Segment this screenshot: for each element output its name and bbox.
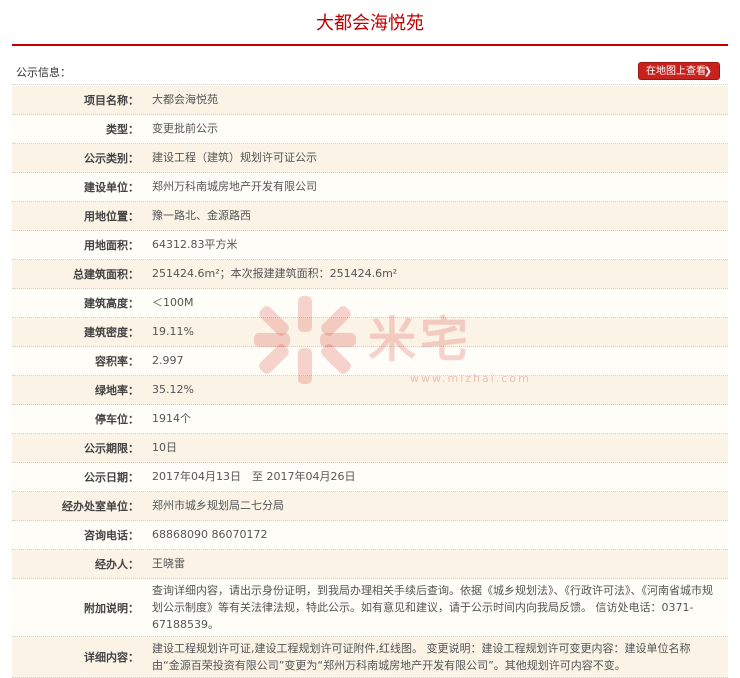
field-value: 2.997 bbox=[152, 354, 184, 367]
table-row: 项目名称： 大都会海悦苑 bbox=[12, 86, 728, 115]
table-row: 建筑高度： ＜100M bbox=[12, 289, 728, 318]
field-value: 郑州万科南城房地产开发有限公司 bbox=[152, 180, 317, 193]
field-value: 35.12% bbox=[152, 383, 194, 396]
field-label: 公示类别： bbox=[84, 152, 139, 165]
field-label: 用地位置： bbox=[84, 210, 139, 223]
field-value: 建设工程规划许可证,建设工程规划许可证附件,红线图。 变更说明：建设工程规划许可… bbox=[152, 642, 691, 672]
page-title: 大都会海悦苑 bbox=[316, 13, 424, 34]
view-on-map-button[interactable]: 在地图上查看 ❯ bbox=[638, 62, 720, 80]
field-value: 豫一路北、金源路西 bbox=[152, 209, 251, 222]
field-label: 用地面积： bbox=[84, 239, 139, 252]
page: 大都会海悦苑 公示信息： 在地图上查看 ❯ 项目名称： 大都会海悦苑 类型： 变… bbox=[0, 0, 740, 678]
field-label: 容积率： bbox=[95, 355, 139, 368]
table-row: 附加说明： 查询详细内容，请出示身份证明，到我局办理相关手续后查询。依据《城乡规… bbox=[12, 579, 728, 637]
table-row: 建设单位： 郑州万科南城房地产开发有限公司 bbox=[12, 173, 728, 202]
table-row: 公示日期： 2017年04月13日 至 2017年04月26日 bbox=[12, 463, 728, 492]
field-label: 附加说明： bbox=[84, 601, 139, 615]
table-row: 容积率： 2.997 bbox=[12, 347, 728, 376]
table-row: 用地面积： 64312.83平方米 bbox=[12, 231, 728, 260]
field-value: 64312.83平方米 bbox=[152, 238, 238, 251]
field-value: 10日 bbox=[152, 441, 177, 454]
field-label: 停车位： bbox=[95, 413, 139, 426]
field-label: 项目名称： bbox=[84, 94, 139, 107]
field-label: 总建筑面积： bbox=[73, 268, 139, 281]
table-row: 用地位置： 豫一路北、金源路西 bbox=[12, 202, 728, 231]
field-label: 经办人： bbox=[95, 558, 139, 571]
field-label: 建设单位： bbox=[84, 181, 139, 194]
info-table: 项目名称： 大都会海悦苑 类型： 变更批前公示 公示类别： 建设工程（建筑）规划… bbox=[12, 86, 728, 678]
table-row: 建筑密度： 19.11% bbox=[12, 318, 728, 347]
field-value: 郑州市城乡规划局二七分局 bbox=[152, 499, 284, 512]
field-value: 1914个 bbox=[152, 412, 191, 425]
table-row: 类型： 变更批前公示 bbox=[12, 115, 728, 144]
field-value: 查询详细内容，请出示身份证明，到我局办理相关手续后查询。依据《城乡规划法》、《行… bbox=[152, 584, 713, 631]
table-row: 公示类别： 建设工程（建筑）规划许可证公示 bbox=[12, 144, 728, 173]
field-value: 建设工程（建筑）规划许可证公示 bbox=[152, 151, 317, 164]
field-value: 19.11% bbox=[152, 325, 194, 338]
field-value: 2017年04月13日 至 2017年04月26日 bbox=[152, 470, 356, 483]
field-label: 公示日期： bbox=[84, 471, 139, 484]
table-row: 经办处室单位： 郑州市城乡规划局二七分局 bbox=[12, 492, 728, 521]
field-value: 变更批前公示 bbox=[152, 122, 218, 135]
title-bar: 大都会海悦苑 bbox=[12, 0, 728, 46]
field-value: 251424.6m²；本次报建建筑面积：251424.6m² bbox=[152, 267, 398, 280]
info-header: 公示信息： 在地图上查看 ❯ bbox=[12, 58, 728, 85]
field-value: 大都会海悦苑 bbox=[152, 93, 218, 106]
field-label: 经办处室单位： bbox=[62, 500, 139, 513]
field-label: 建筑密度： bbox=[84, 326, 139, 339]
table-row: 停车位： 1914个 bbox=[12, 405, 728, 434]
info-header-label: 公示信息： bbox=[16, 66, 71, 79]
table-row: 公示期限： 10日 bbox=[12, 434, 728, 463]
field-label: 建筑高度： bbox=[84, 297, 139, 310]
table-row: 咨询电话： 68868090 86070172 bbox=[12, 521, 728, 550]
field-label: 绿地率： bbox=[95, 384, 139, 397]
field-label: 公示期限： bbox=[84, 442, 139, 455]
field-value: 王晓雷 bbox=[152, 557, 185, 570]
field-label: 咨询电话： bbox=[84, 529, 139, 542]
view-on-map-label: 在地图上查看 bbox=[646, 66, 706, 77]
table-row: 经办人： 王晓雷 bbox=[12, 550, 728, 579]
field-label: 详细内容： bbox=[84, 651, 139, 664]
table-row: 绿地率： 35.12% bbox=[12, 376, 728, 405]
table-row: 详细内容： 建设工程规划许可证,建设工程规划许可证附件,红线图。 变更说明：建设… bbox=[12, 637, 728, 678]
field-value: ＜100M bbox=[152, 296, 194, 309]
field-label: 类型： bbox=[106, 123, 139, 136]
chevron-right-icon: ❯ bbox=[703, 66, 712, 77]
field-value: 68868090 86070172 bbox=[152, 528, 268, 541]
table-row: 总建筑面积： 251424.6m²；本次报建建筑面积：251424.6m² bbox=[12, 260, 728, 289]
